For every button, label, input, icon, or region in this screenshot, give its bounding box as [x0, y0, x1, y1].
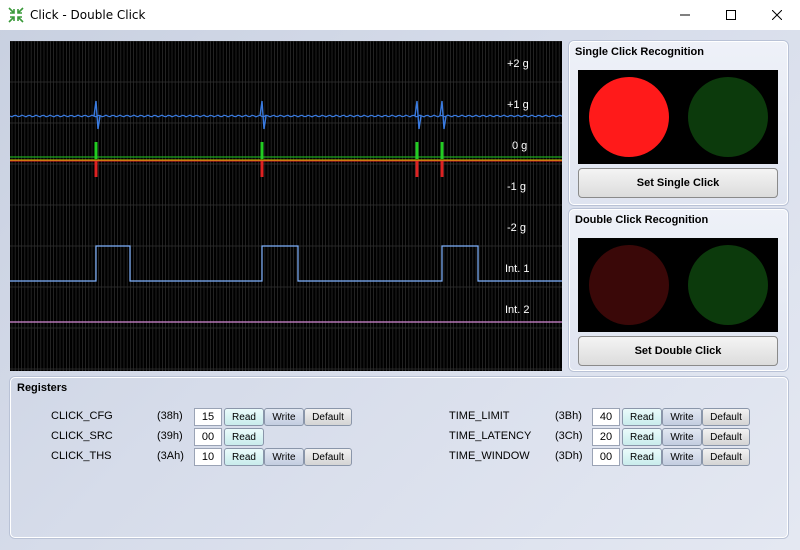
read-button[interactable]: Read — [622, 428, 662, 446]
single-click-led-box — [578, 70, 778, 164]
close-icon — [772, 10, 782, 20]
single-click-led-1 — [589, 77, 669, 157]
register-address: (3Dh) — [555, 450, 583, 462]
double-click-led-2 — [688, 245, 768, 325]
double-click-panel: Double Click Recognition Set Double Clic… — [569, 209, 788, 371]
maximize-button[interactable] — [708, 0, 754, 30]
label-plus-2g: +2 g — [507, 58, 529, 70]
double-click-led-1 — [589, 245, 669, 325]
set-single-click-button[interactable]: Set Single Click — [578, 168, 778, 198]
set-double-click-button[interactable]: Set Double Click — [578, 336, 778, 366]
default-button[interactable]: Default — [702, 448, 750, 466]
registers-panel: Registers CLICK_CFG (38h) 15 Read Write … — [10, 377, 788, 538]
default-button[interactable]: Default — [702, 428, 750, 446]
write-button[interactable]: Write — [662, 428, 702, 446]
write-button[interactable]: Write — [662, 408, 702, 426]
label-plus-1g: +1 g — [507, 99, 529, 111]
register-value-field[interactable]: 40 — [592, 408, 620, 426]
maximize-icon — [726, 10, 736, 20]
register-name: TIME_WINDOW — [449, 450, 530, 462]
register-name: TIME_LIMIT — [449, 410, 510, 422]
double-click-led-box — [578, 238, 778, 332]
double-click-title: Double Click Recognition — [575, 214, 709, 226]
title-bar: Click - Double Click — [0, 0, 800, 30]
read-button[interactable]: Read — [622, 448, 662, 466]
register-row-time-window: TIME_WINDOW (3Dh) 00 Read Write Default — [11, 448, 789, 466]
register-row-time-latency: TIME_LATENCY (3Ch) 20 Read Write Default — [11, 428, 789, 446]
label-int1: Int. 1 — [505, 263, 530, 275]
registers-title: Registers — [17, 382, 68, 394]
label-int2: Int. 2 — [505, 304, 530, 316]
close-button[interactable] — [754, 0, 800, 30]
default-button[interactable]: Default — [702, 408, 750, 426]
window-title: Click - Double Click — [30, 8, 146, 22]
register-address: (3Ch) — [555, 430, 583, 442]
label-minus-1g: -1 g — [507, 181, 526, 193]
register-value-field[interactable]: 00 — [592, 448, 620, 466]
register-address: (3Bh) — [555, 410, 582, 422]
register-name: TIME_LATENCY — [449, 430, 532, 442]
read-button[interactable]: Read — [622, 408, 662, 426]
scope-plot — [10, 41, 562, 371]
signal-scope: +2 g +1 g 0 g -1 g -2 g Int. 1 Int. 2 — [10, 41, 562, 371]
minimize-icon — [680, 14, 690, 16]
write-button[interactable]: Write — [662, 448, 702, 466]
register-row-time-limit: TIME_LIMIT (3Bh) 40 Read Write Default — [11, 408, 789, 426]
minimize-button[interactable] — [662, 0, 708, 30]
single-click-led-2 — [688, 77, 768, 157]
label-minus-2g: -2 g — [507, 222, 526, 234]
single-click-title: Single Click Recognition — [575, 46, 704, 58]
label-0g: 0 g — [512, 140, 528, 152]
click-app-icon — [8, 7, 24, 23]
register-value-field[interactable]: 20 — [592, 428, 620, 446]
single-click-panel: Single Click Recognition Set Single Clic… — [569, 41, 788, 205]
